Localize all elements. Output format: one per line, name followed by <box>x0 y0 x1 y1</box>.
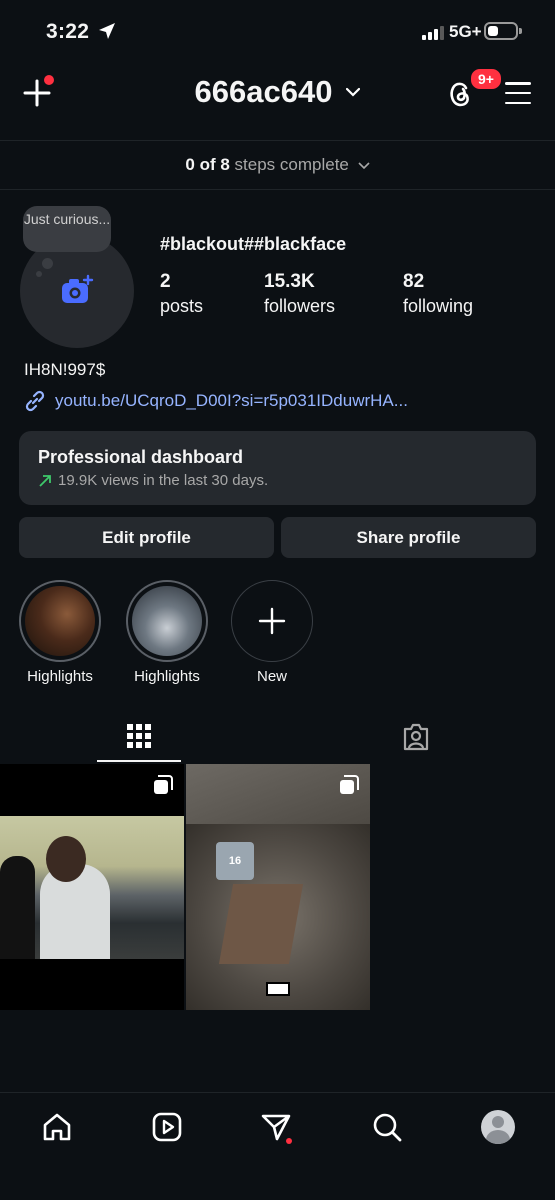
reels-icon <box>152 1112 182 1142</box>
stat-label: posts <box>160 296 204 316</box>
highlight-cover <box>25 586 95 656</box>
nav-home[interactable] <box>37 1107 77 1147</box>
edit-profile-button[interactable]: Edit profile <box>19 517 274 558</box>
home-icon <box>43 1113 71 1141</box>
tab-posts-grid[interactable] <box>97 712 181 762</box>
steps-label: steps complete <box>234 155 349 174</box>
post-image-figure <box>0 856 35 959</box>
network-type: 5G+ <box>449 22 482 41</box>
signal-icon <box>422 24 444 40</box>
status-bar: 3:22 5G+ <box>0 0 555 62</box>
search-icon <box>373 1113 402 1142</box>
stat-value: 15.3K <box>264 271 315 292</box>
stat-followers[interactable]: 15.3K followers <box>264 270 335 318</box>
highlight-item[interactable]: Highlights <box>122 580 212 685</box>
tab-tagged[interactable] <box>374 712 458 762</box>
stat-label: followers <box>264 296 336 316</box>
chevron-down-icon <box>358 161 370 169</box>
threads-badge: 9+ <box>469 67 503 91</box>
display-name: #blackout##blackface <box>160 234 347 254</box>
camera-add-icon <box>62 274 94 303</box>
professional-dashboard[interactable]: Professional dashboard 19.9K views in th… <box>19 431 536 505</box>
dashboard-title: Professional dashboard <box>38 447 244 467</box>
grid-icon <box>127 724 151 748</box>
trend-up-icon <box>39 474 51 487</box>
nav-profile[interactable] <box>478 1107 518 1147</box>
steps-progress[interactable]: 0 of 8 steps complete <box>0 140 555 190</box>
highlight-ring <box>19 580 101 662</box>
carousel-icon <box>340 775 359 794</box>
location-arrow-icon <box>99 23 115 39</box>
username: 666ac640 <box>194 74 333 109</box>
bio-link-text: youtu.be/UCqroD_D00I?si=r5p031IDduwrHA..… <box>55 391 408 410</box>
status-time: 3:22 <box>46 20 90 43</box>
highlight-label: Highlights <box>134 668 200 685</box>
bio-text: IH8N!997$ <box>24 360 106 379</box>
highlight-label: New <box>256 668 287 685</box>
post-thumbnail[interactable] <box>0 764 184 1010</box>
menu-button[interactable] <box>505 82 531 104</box>
note-bubble[interactable]: Just curious... <box>23 206 111 252</box>
tagged-icon <box>403 723 429 751</box>
post-image-object <box>218 884 304 964</box>
profile-tabs <box>0 712 555 764</box>
post-image-jersey: 16 <box>216 842 254 880</box>
jersey-number: 16 <box>228 855 242 867</box>
share-profile-button[interactable]: Share profile <box>281 517 536 558</box>
nav-search[interactable] <box>367 1107 407 1147</box>
highlight-label: Highlights <box>27 668 93 685</box>
highlight-ring <box>126 580 208 662</box>
parental-advisory-label <box>266 982 290 996</box>
stat-value: 82 <box>403 271 425 292</box>
post-image-figure <box>46 836 86 882</box>
battery-icon <box>484 22 522 40</box>
stat-value: 2 <box>160 271 171 292</box>
bottom-nav <box>0 1092 555 1200</box>
dashboard-subtitle-row: 19.9K views in the last 30 days. <box>38 472 536 489</box>
highlight-cover <box>132 586 202 656</box>
chevron-down-icon <box>346 87 361 97</box>
new-highlight-button[interactable]: New <box>227 580 317 685</box>
link-icon <box>25 390 45 412</box>
stat-posts[interactable]: 2 posts <box>160 270 203 318</box>
carousel-icon <box>154 775 173 794</box>
plus-icon <box>258 607 286 635</box>
stat-label: following <box>403 296 474 316</box>
note-tail <box>36 271 42 277</box>
dashboard-subtitle: 19.9K views in the last 30 days. <box>58 472 269 489</box>
steps-count: 0 of 8 <box>185 155 230 174</box>
profile-avatar <box>481 1110 515 1144</box>
nav-messages[interactable] <box>256 1107 296 1147</box>
stat-following[interactable]: 82 following <box>403 270 473 318</box>
bio-link[interactable]: youtu.be/UCqroD_D00I?si=r5p031IDduwrHA..… <box>24 390 408 412</box>
post-thumbnail[interactable]: 16 <box>186 764 370 1010</box>
menu-icon <box>505 82 531 85</box>
new-highlight-ring <box>231 580 313 662</box>
nav-reels[interactable] <box>147 1107 187 1147</box>
highlight-item[interactable]: Highlights <box>15 580 105 685</box>
messages-notification-dot <box>286 1138 292 1144</box>
profile-header: 666ac640 9+ <box>0 62 555 126</box>
note-tail <box>42 258 53 269</box>
